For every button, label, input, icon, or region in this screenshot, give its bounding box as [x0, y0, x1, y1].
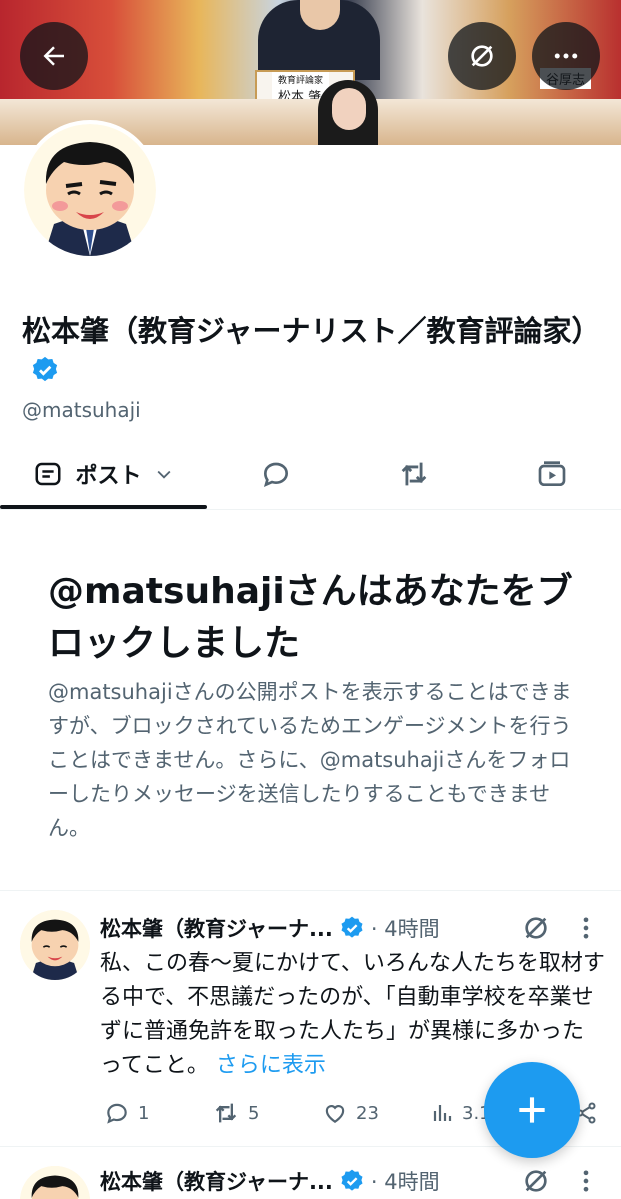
grok-icon[interactable] — [520, 1165, 552, 1197]
blocked-title: @matsuhajiさんはあなたをブロックしました — [48, 571, 573, 664]
post-avatar[interactable] — [20, 1166, 90, 1199]
post-avatar-illustration — [20, 1166, 90, 1199]
more-horizontal-icon — [554, 53, 578, 59]
reply-icon — [263, 462, 289, 488]
tab-posts-label: ポスト — [75, 464, 142, 489]
tab-posts[interactable]: ポスト — [0, 438, 207, 510]
media-icon — [538, 461, 566, 486]
divider — [0, 890, 621, 891]
verified-badge-icon — [341, 916, 363, 938]
blocked-description: @matsuhajiさんの公開ポストを表示することはできますが、ブロックされてい… — [48, 680, 572, 840]
repost-count: 5 — [248, 1102, 260, 1124]
bar-chart-icon — [433, 1105, 452, 1121]
reply-icon — [107, 1103, 127, 1124]
post-author-name[interactable]: 松本肇（教育ジャーナ... — [100, 1166, 333, 1196]
reply-button[interactable]: 1 — [104, 1100, 149, 1126]
active-tab-indicator — [0, 505, 207, 509]
more-options-button[interactable] — [532, 22, 600, 90]
profile-handle: @matsuhaji — [22, 398, 141, 422]
repost-icon — [401, 462, 427, 486]
post-author-name[interactable]: 松本肇（教育ジャーナ... — [100, 913, 333, 943]
post-text: 私、この春〜夏にかけて、いろんな人たちを取材する中で、不思議だったのが、「自動車… — [100, 951, 605, 1078]
repost-button[interactable]: 5 — [212, 1099, 259, 1127]
tab-media[interactable] — [483, 438, 621, 510]
profile-tabs: ポスト — [0, 438, 621, 510]
post-avatar-illustration — [20, 910, 90, 980]
like-count: 23 — [356, 1102, 379, 1124]
plus-icon — [519, 1097, 545, 1123]
grok-button[interactable] — [448, 22, 516, 90]
arrow-left-icon — [43, 46, 64, 66]
chevron-down-icon — [157, 470, 170, 479]
heart-icon — [325, 1105, 345, 1123]
banner-woman-face — [332, 88, 366, 130]
post-timestamp[interactable]: · 4時間 — [371, 1166, 440, 1196]
profile-avatar[interactable] — [20, 120, 160, 260]
post-more-icon[interactable] — [576, 1167, 596, 1195]
views-button[interactable]: 3.1 — [430, 1101, 491, 1125]
like-button[interactable]: 23 — [322, 1100, 379, 1126]
verified-badge-icon[interactable] — [30, 354, 60, 396]
back-button[interactable] — [20, 22, 88, 90]
verified-badge-icon — [341, 1169, 363, 1191]
profile-name: 松本肇（教育ジャーナリスト／教育評論家） — [22, 310, 602, 396]
avatar-illustration — [24, 124, 156, 256]
post-more-icon[interactable] — [576, 914, 596, 942]
post-timestamp[interactable]: · 4時間 — [371, 913, 440, 943]
tab-reposts[interactable] — [345, 438, 483, 510]
compose-button[interactable] — [484, 1062, 580, 1158]
posts-icon — [35, 462, 61, 486]
profile-name-text: 松本肇（教育ジャーナリスト／教育評論家） — [22, 314, 601, 348]
grok-icon[interactable] — [520, 912, 552, 944]
grok-icon — [471, 45, 493, 67]
show-more-link[interactable]: さらに表示 — [216, 1053, 326, 1078]
post-avatar[interactable] — [20, 910, 90, 980]
repost-icon — [215, 1103, 237, 1123]
tab-replies[interactable] — [207, 438, 345, 510]
reply-count: 1 — [138, 1102, 150, 1124]
